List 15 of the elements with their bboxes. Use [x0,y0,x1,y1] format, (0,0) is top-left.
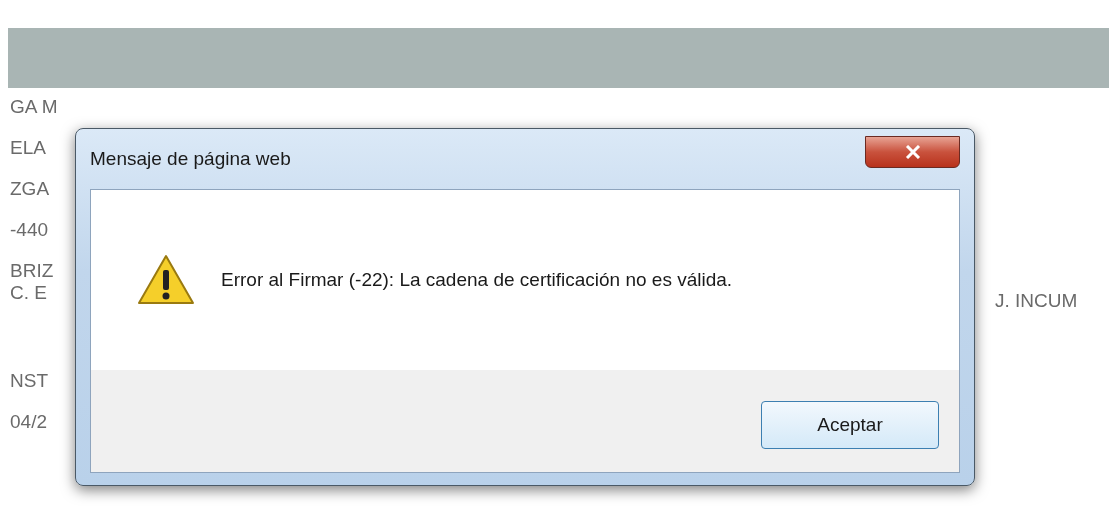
close-icon [904,145,921,159]
dialog-title: Mensaje de página web [90,148,291,170]
page-text: ELA [10,137,47,159]
error-message: Error al Firmar (-22): La cadena de certificación no es válida. [221,269,733,291]
page-text: ZGA [10,178,51,200]
page-text: C. E [10,282,48,304]
page-text: GA M [10,96,59,118]
accept-button[interactable]: Aceptar [761,401,939,449]
close-button[interactable] [865,136,960,168]
warning-icon [137,254,195,306]
page-text: J. INCUM [995,290,1078,312]
page-text: NST [10,370,49,392]
page-text: 04/2 [10,411,48,433]
page-text: BRIZ [10,260,55,282]
page-text: -440 [10,219,50,241]
